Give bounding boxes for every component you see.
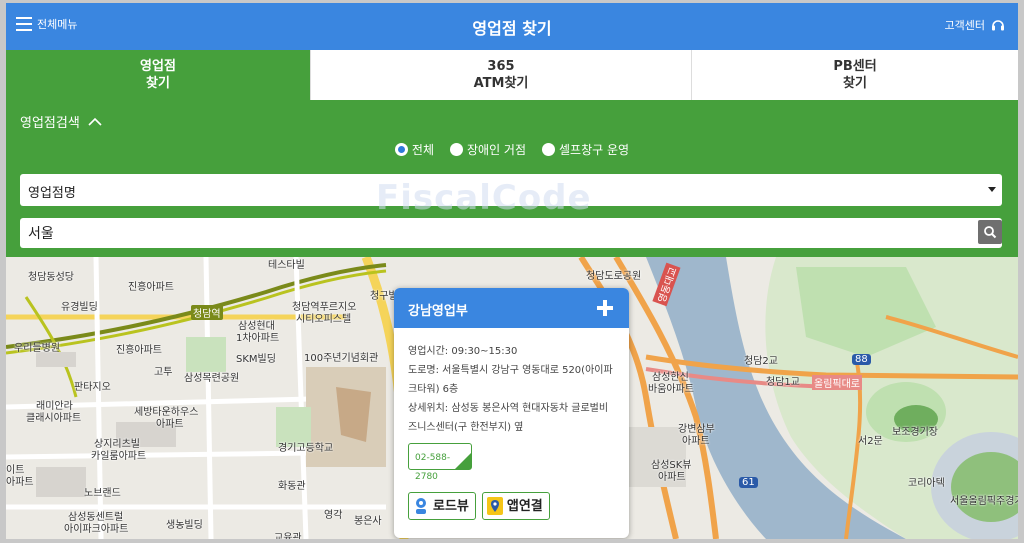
page-title: 영업점 찾기 [472, 19, 552, 38]
map-label: 진흥아파트 [116, 345, 162, 356]
tab-pb-line1: PB센터 [833, 59, 877, 74]
map-label: 노브랜드 [84, 488, 121, 499]
search-icon [984, 226, 997, 239]
tab-branch-line1: 영업점 [140, 59, 176, 74]
highway-badge-61: 61 [739, 477, 758, 488]
map-label: 카일룸아파트 [91, 451, 147, 462]
highway-badge-88: 88 [852, 354, 871, 365]
map-label: 보조경기장 [892, 427, 938, 438]
map-label: 판타지오 [74, 382, 111, 393]
app-connect-button[interactable]: 앱연결 [481, 492, 550, 520]
tab-atm-line1: 365 [487, 59, 515, 74]
phone-corner-icon [455, 453, 471, 469]
map-label: 100주년기념회관 [304, 353, 379, 364]
top-bar: 전체메뉴 영업점 찾기 고객센터 [6, 3, 1018, 50]
map-label: 시티오피스텔 [296, 314, 352, 325]
search-toggle-label: 영업점검색 [20, 116, 80, 131]
map-label: 테스타빌 [268, 260, 305, 271]
map-label: 아파트 [6, 477, 34, 488]
map-label: 아파트 [682, 436, 710, 447]
phone-button[interactable]: 02-588-2780 [408, 443, 472, 482]
caret-down-icon [988, 187, 996, 192]
map-label: 청담2교 [744, 356, 778, 367]
filter-radio-group: 전체 장애인 거점 셀프창구 운영 [6, 141, 1018, 158]
map-label: 교육관 [274, 533, 302, 539]
search-panel: 영업점검색 전체 장애인 거점 셀프창구 운영 영업점명 서울 FiscalCo… [6, 100, 1018, 257]
map-label: 아파트 [658, 472, 686, 483]
map-label: 클래시아파트 [26, 413, 82, 424]
map-label: 삼성목련공원 [184, 373, 240, 384]
radio-dot [542, 143, 556, 156]
radio-accessible[interactable]: 장애인 거점 [450, 141, 526, 158]
map-label: 청담역 [191, 305, 223, 320]
tab-atm-line2: ATM찾기 [473, 76, 529, 91]
popup-body: 영업시간: 09:30~15:30 도로명: 서울특별시 강남구 영동대로 52… [394, 328, 629, 520]
map-label: SKM빌딩 [236, 354, 276, 365]
map-label: 생농빌딩 [166, 520, 203, 531]
tab-branch-search[interactable]: 영업점찾기 [6, 50, 311, 100]
radio-self-service[interactable]: 셀프창구 운영 [542, 141, 629, 158]
roadview-button[interactable]: 로드뷰 [408, 492, 476, 520]
branch-type-select[interactable]: 영업점명 [20, 174, 1002, 206]
search-button[interactable] [978, 220, 1002, 244]
map-label: 고투 [154, 367, 173, 378]
phone-number: 02-588-2780 [415, 453, 451, 482]
roadview-icon [416, 498, 426, 514]
radio-dot [450, 143, 463, 156]
map-label: 아파트 [156, 419, 184, 430]
radio-all-label: 전체 [411, 143, 434, 157]
radio-dot [394, 143, 408, 156]
popup-header: 강남영업부 [394, 288, 629, 328]
tab-branch-line2: 찾기 [146, 76, 170, 91]
tab-atm-search[interactable]: 365 ATM찾기 [311, 50, 692, 100]
radio-accessible-label: 장애인 거점 [467, 143, 527, 157]
branch-type-value: 영업점명 [28, 186, 76, 201]
customer-center-label: 고객센터 [944, 19, 985, 32]
app-connect-label: 앱연결 [506, 498, 543, 514]
road-address: 도로명: 서울특별시 강남구 영동대로 520(아이파크타워) 6층 [408, 365, 613, 395]
map-label: 영각 [324, 510, 343, 521]
map-pin-icon [486, 497, 503, 515]
popup-actions: 로드뷰 앱연결 [408, 492, 615, 520]
map-label: 코리아텍 [908, 478, 945, 489]
tab-pb-line2: 찾기 [843, 76, 867, 91]
tab-bar: 영업점찾기 365 ATM찾기 PB센터찾기 [6, 50, 1018, 100]
map-label: 바움아파트 [648, 384, 694, 395]
customer-center-button[interactable]: 고객센터 [945, 17, 1006, 33]
headset-icon [992, 20, 1004, 31]
map-label: 경기고등학교 [278, 443, 334, 454]
map-label: 1차아파트 [236, 333, 280, 344]
map-label: 올림픽대로 [812, 375, 862, 390]
app-frame: 전체메뉴 영업점 찾기 고객센터 영업점찾기 365 ATM찾기 PB센터찾기 영… [6, 3, 1018, 539]
map-label: 서울올림픽주경기 [950, 496, 1018, 507]
branch-info-popup: 강남영업부 영업시간: 09:30~15:30 도로명: 서울특별시 강남구 영… [394, 288, 629, 538]
map-label: 청담도로공원 [586, 271, 642, 282]
map-label: 유경빌딩 [61, 302, 98, 313]
map-label: 청담1교 [766, 377, 800, 388]
map-label: 봉은사 [354, 516, 382, 527]
popup-title: 강남영업부 [408, 304, 468, 319]
plus-icon[interactable] [593, 296, 617, 320]
map-label: 아이파크아파트 [64, 524, 129, 535]
map-label: 청담동성당 [28, 272, 74, 283]
tab-pb-center[interactable]: PB센터찾기 [692, 50, 1018, 100]
radio-all[interactable]: 전체 [394, 141, 434, 158]
map-label: 서2문 [858, 436, 883, 447]
business-hours: 영업시간: 09:30~15:30 [408, 346, 518, 357]
search-toggle[interactable]: 영업점검색 [20, 112, 102, 131]
region-search-input[interactable] [20, 218, 1002, 248]
roadview-label: 로드뷰 [433, 498, 469, 514]
map-label: 화동관 [278, 481, 306, 492]
detail-location: 상세위치: 삼성동 봉은사역 현대자동차 글로벌비즈니스센터(구 한전부지) 옆 [408, 403, 609, 433]
map-label: 진흥아파트 [128, 282, 174, 293]
chevron-up-icon [88, 117, 102, 126]
radio-self-service-label: 셀프창구 운영 [559, 143, 630, 157]
map-label: 우리들병원 [14, 343, 60, 354]
